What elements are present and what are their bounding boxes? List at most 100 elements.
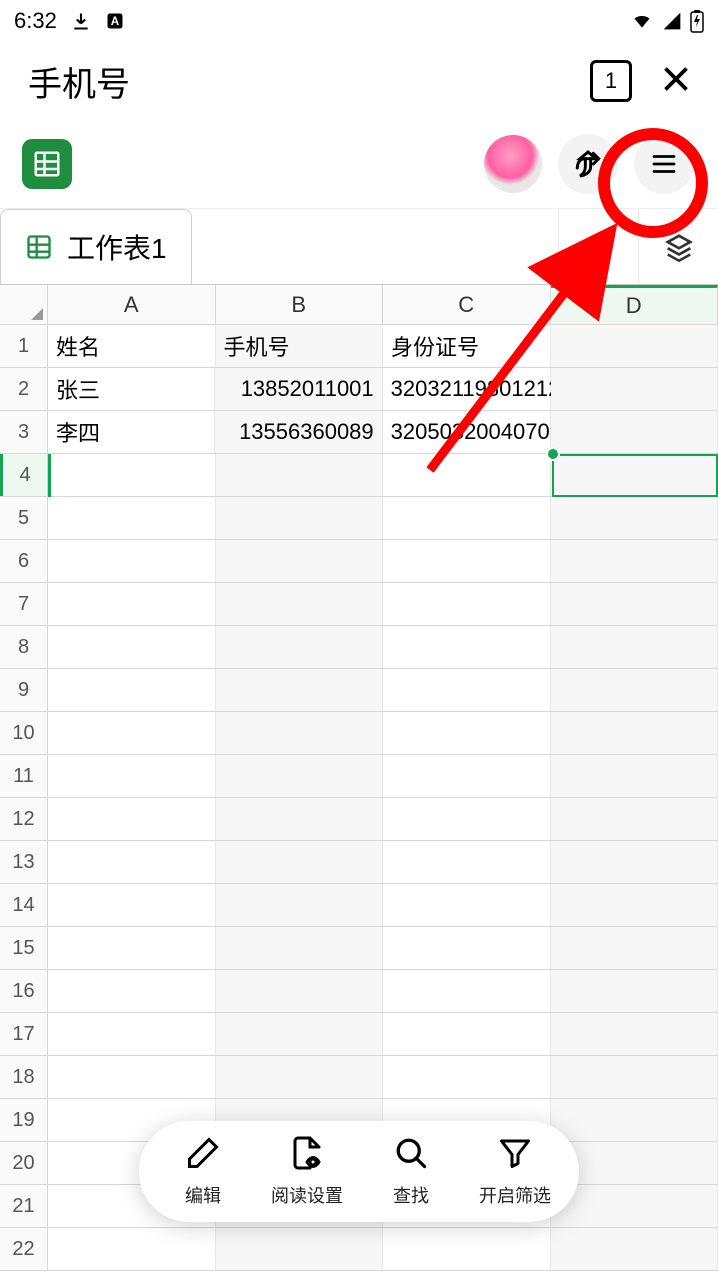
table-row[interactable]: 15 [0, 927, 718, 970]
cell[interactable] [216, 798, 384, 840]
cell[interactable] [551, 1013, 718, 1055]
table-row[interactable]: 17 [0, 1013, 718, 1056]
cell[interactable] [48, 755, 216, 797]
cell[interactable] [216, 497, 384, 539]
row-header[interactable]: 13 [0, 841, 48, 883]
row-header[interactable]: 12 [0, 798, 48, 840]
cell[interactable] [48, 454, 216, 496]
cell[interactable] [551, 325, 718, 367]
cell[interactable] [383, 497, 551, 539]
row-header[interactable]: 5 [0, 497, 48, 539]
table-row[interactable]: 1 姓名 手机号 身份证号 [0, 325, 718, 368]
cell[interactable] [383, 970, 551, 1012]
table-row[interactable]: 10 [0, 712, 718, 755]
row-header[interactable]: 11 [0, 755, 48, 797]
sheet-tab-1[interactable]: 工作表1 [0, 209, 192, 284]
cell[interactable] [216, 970, 384, 1012]
cell[interactable] [48, 669, 216, 711]
cell[interactable] [48, 626, 216, 668]
row-header[interactable]: 16 [0, 970, 48, 1012]
cell[interactable] [383, 712, 551, 754]
cell[interactable] [551, 368, 718, 410]
cell[interactable] [383, 1056, 551, 1098]
cell[interactable] [216, 669, 384, 711]
table-row[interactable]: 8 [0, 626, 718, 669]
col-header-b[interactable]: B [216, 285, 384, 324]
cell[interactable] [551, 1099, 718, 1141]
cell[interactable] [48, 1056, 216, 1098]
row-header[interactable]: 8 [0, 626, 48, 668]
cell[interactable] [551, 841, 718, 883]
cell[interactable] [551, 1056, 718, 1098]
table-row[interactable]: 11 [0, 755, 718, 798]
cell-active[interactable] [551, 454, 718, 496]
row-header[interactable]: 15 [0, 927, 48, 969]
cell[interactable]: 张三 [48, 368, 215, 410]
row-header[interactable]: 18 [0, 1056, 48, 1098]
cell[interactable] [383, 626, 551, 668]
cell[interactable] [551, 755, 718, 797]
row-header[interactable]: 10 [0, 712, 48, 754]
row-header[interactable]: 3 [0, 411, 48, 453]
cell[interactable] [48, 583, 216, 625]
cell[interactable] [48, 841, 216, 883]
row-header[interactable]: 4 [0, 454, 48, 496]
table-row[interactable]: 14 [0, 884, 718, 927]
cell[interactable] [551, 626, 718, 668]
cell[interactable] [48, 540, 216, 582]
cell[interactable] [216, 927, 384, 969]
cell[interactable] [383, 841, 551, 883]
cell[interactable] [216, 583, 384, 625]
read-settings-button[interactable]: 阅读设置 [271, 1135, 343, 1208]
table-row[interactable]: 9 [0, 669, 718, 712]
cell[interactable] [216, 626, 384, 668]
row-header[interactable]: 7 [0, 583, 48, 625]
row-header[interactable]: 6 [0, 540, 48, 582]
cell[interactable] [48, 798, 216, 840]
cell[interactable]: 身份证号 [383, 325, 551, 367]
row-header[interactable]: 14 [0, 884, 48, 926]
menu-button[interactable] [634, 134, 694, 194]
cell[interactable] [551, 669, 718, 711]
cell[interactable]: 13556360089 [215, 411, 382, 453]
table-row[interactable]: 13 [0, 841, 718, 884]
cell[interactable] [48, 1013, 216, 1055]
col-header-c[interactable]: C [383, 285, 551, 324]
table-row[interactable]: 7 [0, 583, 718, 626]
cell[interactable] [383, 798, 551, 840]
table-row[interactable]: 12 [0, 798, 718, 841]
cell[interactable] [216, 540, 384, 582]
cell[interactable] [216, 884, 384, 926]
cell[interactable]: 姓名 [48, 325, 216, 367]
row-header[interactable]: 1 [0, 325, 48, 367]
cell[interactable] [383, 669, 551, 711]
cell[interactable] [551, 884, 718, 926]
select-all-corner[interactable] [0, 285, 48, 324]
cell[interactable] [383, 540, 551, 582]
add-sheet-button[interactable] [558, 209, 638, 284]
cell[interactable] [48, 712, 216, 754]
cell[interactable]: 手机号 [216, 325, 384, 367]
col-header-d[interactable]: D [551, 285, 718, 324]
user-avatar[interactable] [484, 135, 542, 193]
cell[interactable] [383, 755, 551, 797]
filter-button[interactable]: 开启筛选 [479, 1135, 551, 1208]
table-row[interactable]: 16 [0, 970, 718, 1013]
col-header-a[interactable]: A [48, 285, 216, 324]
table-row[interactable]: 2 张三 13852011001 320321198012120031 [0, 368, 718, 411]
cell[interactable] [551, 411, 718, 453]
cell[interactable]: 320503200407091265 [383, 411, 551, 453]
cell[interactable]: 13852011001 [215, 368, 382, 410]
cell[interactable] [48, 970, 216, 1012]
row-header[interactable]: 21 [0, 1185, 48, 1227]
table-row[interactable]: 22 [0, 1228, 718, 1271]
cell[interactable] [383, 927, 551, 969]
cell[interactable] [216, 1228, 384, 1270]
cell[interactable] [551, 927, 718, 969]
cell[interactable] [551, 970, 718, 1012]
edit-button[interactable]: 编辑 [167, 1135, 239, 1208]
layers-button[interactable] [638, 209, 718, 284]
row-header[interactable]: 9 [0, 669, 48, 711]
cell[interactable] [48, 927, 216, 969]
cell[interactable] [551, 540, 718, 582]
